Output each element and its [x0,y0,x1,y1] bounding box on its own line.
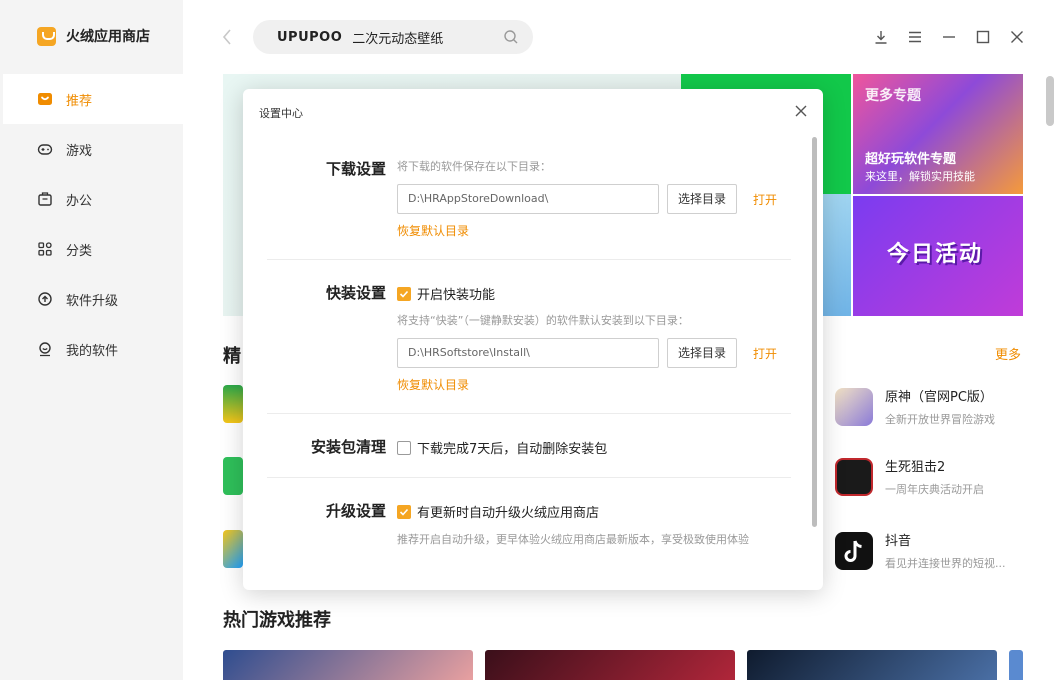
divider [267,477,791,478]
auto-delete-checkbox[interactable]: 下载完成7天后，自动删除安装包 [397,438,607,457]
app-logo-icon [37,26,56,46]
download-hint: 将下载的软件保存在以下目录： [397,160,551,173]
app-desc: 一周年庆典活动开启 [885,483,984,496]
search-icon[interactable] [503,29,519,45]
sidebar-item-upgrade[interactable]: 软件升级 [3,274,183,324]
game-thumbnail[interactable] [747,650,997,680]
top-bar: UPUPOO 二次元动态壁纸 [183,0,1060,74]
checkbox-checked-icon [397,286,411,301]
promo-special-topics[interactable]: 更多专题 超好玩软件专题 来这里，解锁实用技能 [853,74,1023,194]
sidebar-item-games[interactable]: 游戏 [3,124,183,174]
checkbox-label: 开启快装功能 [417,288,496,303]
sidebar-item-label: 分类 [66,243,93,259]
promo-event-title: 今日活动 [887,242,984,267]
checkbox-label: 下载完成7天后，自动删除安装包 [417,442,608,457]
sidebar-item-my-software[interactable]: 我的软件 [3,324,183,374]
app-item-sszj2[interactable]: 生死狙击2 一周年庆典活动开启 [835,458,984,497]
maximize-icon[interactable] [974,28,992,46]
divider [267,259,791,260]
close-icon[interactable] [1008,28,1026,46]
divider [267,413,791,414]
sidebar-item-label: 软件升级 [66,293,119,309]
promo-title: 超好玩软件专题 [865,152,957,167]
choose-download-dir-button[interactable]: 选择目录 [667,184,737,214]
back-arrow-icon[interactable] [221,28,233,49]
download-icon[interactable] [872,28,890,46]
app-name: 抖音 [885,534,912,549]
app-name: 生死狙击2 [885,460,946,475]
recommend-icon [37,91,53,107]
search-input[interactable]: UPUPOO 二次元动态壁纸 [253,20,533,54]
promo-subtitle: 来这里，解锁实用技能 [865,170,975,183]
open-download-dir-link[interactable]: 打开 [753,191,777,208]
choose-install-dir-button[interactable]: 选择目录 [667,338,737,368]
featured-section-title: 精 [223,346,241,367]
checkbox-unchecked-icon [397,440,411,455]
category-grid-icon [37,241,53,257]
close-icon[interactable] [793,103,809,119]
upgrade-hint: 推荐开启自动升级，更早体验火绒应用商店最新版本，享受极致使用体验 [397,533,749,546]
checkbox-label: 有更新时自动升级火绒应用商店 [417,506,600,521]
sidebar-item-recommend[interactable]: 推荐 [3,74,183,124]
download-path-field[interactable]: D:\HRAppStoreDownload\ [397,184,659,214]
app-icon-partial[interactable] [223,385,243,423]
quick-install-checkbox[interactable]: 开启快装功能 [397,284,495,303]
install-path-field[interactable]: D:\HRSoftstore\Install\ [397,338,659,368]
restore-download-dir-link[interactable]: 恢复默认目录 [397,222,469,239]
app-name: 原神（官网PC版） [885,390,993,405]
dialog-scrollbar[interactable] [812,137,817,527]
sszj2-app-icon [835,458,873,496]
game-thumbnail[interactable] [1009,650,1023,680]
app-brand: 火绒应用商店 [37,26,150,46]
sidebar-item-label: 办公 [66,193,93,209]
promo-tag: 更多专题 [865,88,921,104]
game-thumbnail[interactable] [485,650,735,680]
sidebar: 火绒应用商店 推荐 游戏 办公 分类 软件升级 我的软件 [0,0,183,680]
my-software-icon [37,341,53,357]
game-thumbnail[interactable] [223,650,473,680]
menu-icon[interactable] [906,28,924,46]
genshin-app-icon [835,388,873,426]
app-item-genshin[interactable]: 原神（官网PC版） 全新开放世界冒险游戏 [835,388,995,427]
sidebar-nav: 推荐 游戏 办公 分类 软件升级 我的软件 [3,74,183,374]
settings-dialog: 设置中心 下载设置 将下载的软件保存在以下目录： D:\HRAppStoreDo… [243,89,823,590]
open-install-dir-link[interactable]: 打开 [753,345,777,362]
sidebar-item-label: 游戏 [66,143,93,159]
app-icon-partial[interactable] [223,457,243,495]
app-item-douyin[interactable]: 抖音 看见并连接世界的短视... [835,532,1006,571]
sidebar-item-label: 我的软件 [66,343,119,359]
minimize-icon[interactable] [940,28,958,46]
app-icon-partial[interactable] [223,530,243,568]
checkbox-checked-icon [397,504,411,519]
sidebar-item-label: 推荐 [66,93,93,109]
upgrade-settings-label: 升级设置 [325,502,386,520]
promo-today-event[interactable]: 今日活动 [853,196,1023,316]
gamepad-icon [37,141,53,157]
briefcase-icon [37,191,53,207]
page-scrollbar[interactable] [1046,76,1054,126]
app-desc: 看见并连接世界的短视... [885,557,1006,570]
restore-install-dir-link[interactable]: 恢复默认目录 [397,376,469,393]
quick-install-label: 快装设置 [325,284,386,302]
douyin-app-icon [835,532,873,570]
sidebar-item-category[interactable]: 分类 [3,224,183,274]
cleanup-label: 安装包清理 [310,438,386,456]
app-desc: 全新开放世界冒险游戏 [885,413,995,426]
search-query-text: 二次元动态壁纸 [352,31,444,47]
upgrade-icon [37,291,53,307]
more-link[interactable]: 更多 [995,344,1021,363]
sidebar-item-office[interactable]: 办公 [3,174,183,224]
dialog-title: 设置中心 [259,107,303,120]
quick-install-hint: 将支持“快装”（一键静默安装）的软件默认安装到以下目录： [397,314,689,327]
app-name: 火绒应用商店 [66,29,150,45]
hot-games-title: 热门游戏推荐 [223,610,331,631]
download-settings-label: 下载设置 [325,160,386,178]
auto-upgrade-checkbox[interactable]: 有更新时自动升级火绒应用商店 [397,502,599,521]
search-query-brand: UPUPOO [277,29,343,45]
